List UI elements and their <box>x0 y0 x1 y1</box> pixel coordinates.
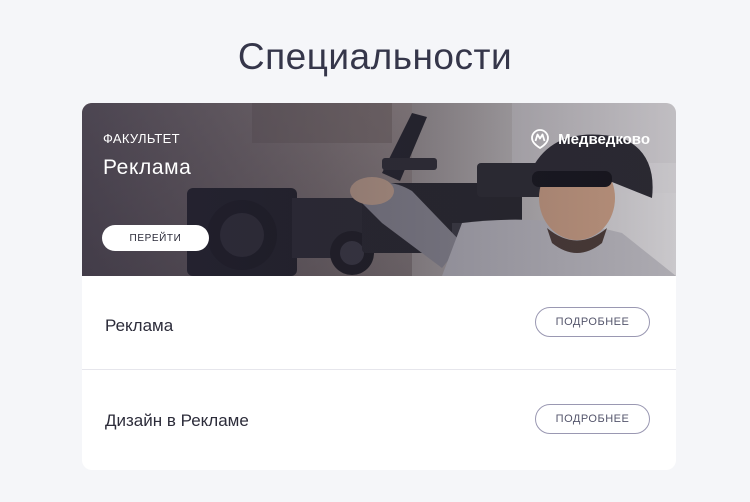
go-button[interactable]: ПЕРЕЙТИ <box>102 225 209 251</box>
details-button[interactable]: ПОДРОБНЕЕ <box>535 404 650 434</box>
faculty-name: Реклама <box>103 156 192 179</box>
metro-icon <box>531 129 549 149</box>
faculty-hero[interactable]: ФАКУЛЬТЕТ Реклама Медведково ПЕРЕЙТИ <box>82 103 676 276</box>
specialty-name: Реклама <box>105 316 174 335</box>
specialty-name: Дизайн в Рекламе <box>105 411 249 430</box>
details-button[interactable]: ПОДРОБНЕЕ <box>535 307 650 337</box>
metro-station-name: Медведково <box>558 130 650 148</box>
specialty-row: Дизайн в Рекламе ПОДРОБНЕЕ <box>82 370 676 463</box>
faculty-card: ФАКУЛЬТЕТ Реклама Медведково ПЕРЕЙТИ Рек… <box>82 103 676 470</box>
faculty-label: ФАКУЛЬТЕТ <box>103 131 180 146</box>
page-title: Специальности <box>237 36 513 77</box>
metro-station: Медведково <box>530 129 650 149</box>
specialty-row: Реклама ПОДРОБНЕЕ <box>82 276 676 369</box>
